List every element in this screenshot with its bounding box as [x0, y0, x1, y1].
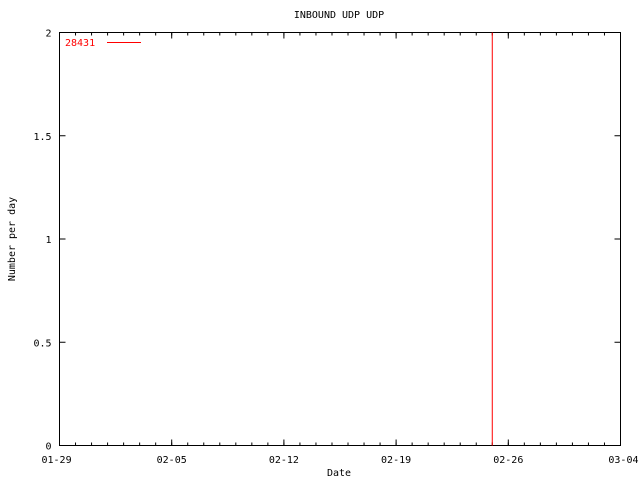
y-axis-label: Number per day — [7, 197, 18, 281]
y-axis: 0 0.5 1 1.5 2 — [33, 29, 621, 453]
y-tick-label: 2 — [45, 29, 51, 40]
plot-area — [59, 32, 621, 446]
y-tick-label: 1.5 — [33, 132, 51, 143]
legend: 28431 — [65, 38, 141, 49]
x-tick-label: 02-05 — [157, 455, 187, 466]
y-tick-label: 0 — [45, 442, 51, 453]
x-tick-label: 03-04 — [608, 455, 638, 466]
chart-title: INBOUND UDP UDP — [294, 10, 384, 21]
x-tick-label: 02-12 — [269, 455, 299, 466]
x-axis-label: Date — [327, 468, 351, 479]
x-tick-label: 02-26 — [493, 455, 523, 466]
y-tick-label: 1 — [45, 235, 51, 246]
x-axis: 01-29 02-05 02-12 02-19 02-26 03-04 — [42, 32, 639, 466]
y-tick-label: 0.5 — [33, 338, 51, 349]
x-tick-label: 01-29 — [42, 455, 72, 466]
chart: INBOUND UDP UDP 0 0.5 1 1.5 2 01-29 02-05 02-1… — [7, 10, 639, 479]
x-tick-label: 02-19 — [381, 455, 411, 466]
legend-label: 28431 — [65, 38, 95, 49]
